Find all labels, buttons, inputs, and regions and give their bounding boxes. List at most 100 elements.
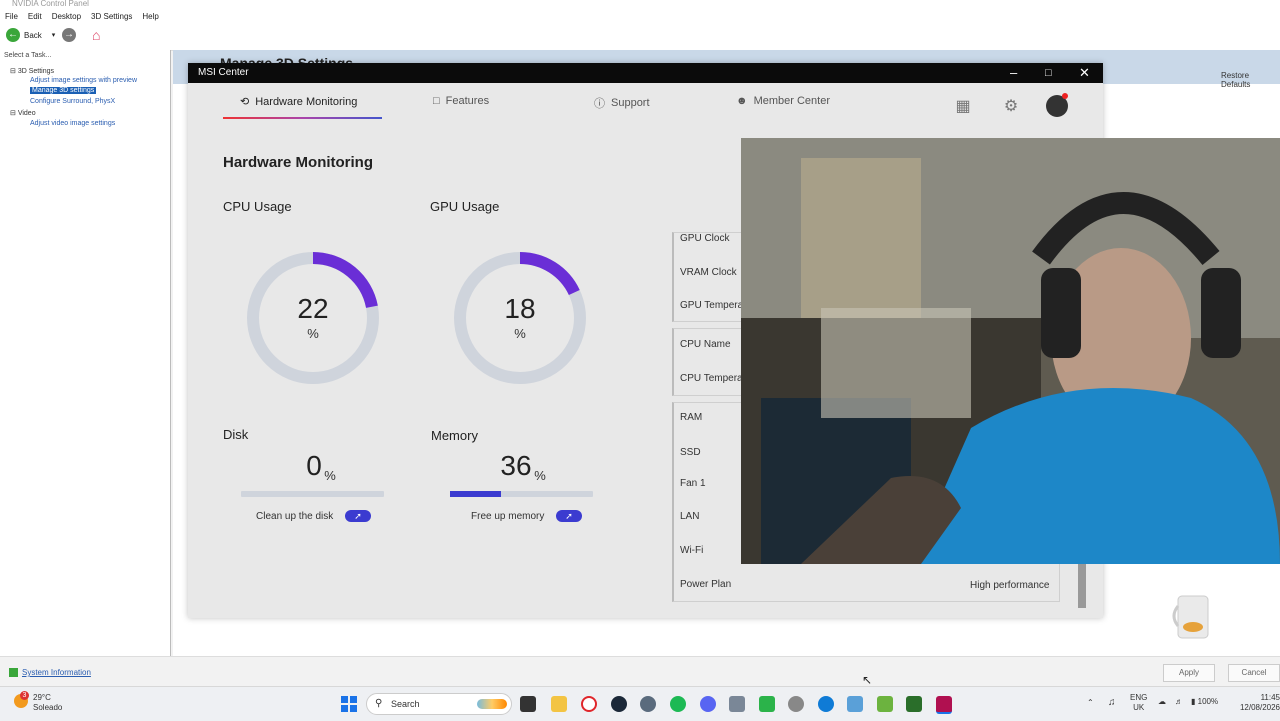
settings-app-icon[interactable] [640, 696, 656, 712]
home-icon[interactable]: ⌂ [92, 27, 100, 43]
taskbar-search[interactable]: ⚲ Search [366, 693, 512, 715]
memory-label: Memory [431, 428, 478, 443]
search-placeholder: Search [391, 699, 420, 709]
disk-label: Disk [223, 427, 249, 442]
chevron-up-icon[interactable]: ⌃ [1087, 698, 1094, 707]
close-icon[interactable]: ✕ [1079, 65, 1090, 81]
msi-title-bar: MSI Center – □ ✕ [188, 63, 1103, 83]
cpu-name-label: CPU Name [680, 339, 731, 350]
battery-indicator[interactable]: ▮ 100% [1191, 697, 1218, 706]
memory-unit: % [534, 468, 546, 483]
minimize-icon[interactable]: – [1010, 65, 1017, 80]
clean-disk-label: Clean up the disk [256, 511, 334, 522]
tree-adjust-video[interactable]: Adjust video image settings [30, 120, 115, 127]
bolt-icon: ➚ [354, 511, 362, 521]
back-button[interactable]: ← Back ▾ [6, 28, 55, 42]
restore-defaults-link[interactable]: Restore Defaults [1221, 71, 1280, 89]
memory-bar [450, 491, 593, 497]
ssd-label: SSD [680, 447, 701, 458]
forward-button[interactable]: → [62, 28, 76, 42]
tree-3d-settings[interactable]: ⊟ 3D Settings [10, 67, 54, 75]
ram-label: RAM [680, 412, 703, 423]
language-indicator[interactable]: ENG UK [1130, 693, 1147, 713]
webcam-overlay [741, 138, 1280, 564]
search-icon: ⚲ [375, 698, 383, 709]
grid-icon[interactable]: ▦ [953, 96, 973, 116]
menu-3d-settings[interactable]: 3D Settings [91, 12, 132, 21]
tab-support[interactable]: ⓘ Support [594, 95, 650, 111]
clean-disk-button[interactable]: ➚ [345, 510, 371, 522]
user-icon: ☻ [736, 95, 748, 107]
fan1-label: Fan 1 [680, 478, 706, 489]
tree-adjust-preview[interactable]: Adjust image settings with preview [30, 77, 137, 84]
back-label: Back [24, 30, 42, 40]
discord-icon[interactable] [700, 696, 716, 712]
app-green-icon[interactable] [759, 696, 775, 712]
vram-clock-label: VRAM Clock [680, 267, 737, 278]
gpu-temp-label: GPU Tempera [680, 300, 744, 311]
wifi-label: Wi-Fi [680, 545, 704, 556]
notification-badge: 3 [20, 691, 29, 700]
clock[interactable]: 11:45 12/08/2026 [1236, 693, 1280, 713]
weather-widget[interactable]: 29°C Soleado [33, 693, 62, 713]
opera-icon[interactable] [581, 696, 597, 712]
nvidia-footer [0, 656, 1280, 687]
mouse-cursor-icon: ↖ [862, 673, 873, 687]
support-icon: ⓘ [594, 98, 605, 110]
weather-desc: Soleado [33, 703, 63, 712]
tree-manage-3d[interactable]: Manage 3D settings [30, 87, 97, 94]
free-memory-button[interactable]: ➚ [556, 510, 582, 522]
notification-dot [1062, 93, 1068, 99]
tree-surround[interactable]: Configure Surround, PhysX [30, 98, 115, 105]
menu-help[interactable]: Help [142, 12, 158, 21]
msi-window-title: MSI Center [198, 67, 249, 78]
search-highlight-icon [477, 699, 507, 709]
snipping-icon[interactable] [729, 696, 745, 712]
cpu-usage-value: 22 [297, 293, 329, 324]
gpu-usage-unit: % [514, 326, 526, 341]
disk-bar [241, 491, 384, 497]
system-information-link[interactable]: System Information [9, 668, 91, 677]
power-plan-label: Power Plan [680, 579, 732, 590]
cancel-button[interactable]: Cancel [1228, 664, 1280, 682]
file-explorer-icon[interactable] [551, 696, 567, 712]
tab-member-center[interactable]: ☻ Member Center [736, 95, 830, 107]
lan-label: LAN [680, 511, 700, 522]
volume-icon[interactable]: ♬ [1175, 697, 1183, 706]
menu-file[interactable]: File [5, 12, 18, 21]
spotify-icon[interactable] [670, 696, 686, 712]
steam-icon[interactable] [611, 696, 627, 712]
menu-desktop[interactable]: Desktop [52, 12, 81, 21]
tree-video[interactable]: ⊟ Video [10, 109, 36, 117]
gear-icon[interactable]: ⚙ [1001, 96, 1021, 116]
disk-value: 0 [306, 450, 322, 481]
gpu-usage-value: 18 [504, 293, 536, 324]
tab-hardware-monitoring[interactable]: ⟲ Hardware Monitoring [240, 95, 357, 109]
menu-edit[interactable]: Edit [28, 12, 42, 21]
maximize-icon[interactable]: □ [1045, 67, 1052, 79]
clock-time: 11:45 [1260, 693, 1280, 702]
bolt-icon: ➚ [565, 511, 573, 521]
app-gray-icon[interactable] [788, 696, 804, 712]
chevron-down-icon[interactable]: ▾ [52, 31, 56, 39]
nvidia-app-icon[interactable] [906, 696, 922, 712]
windows-start-icon[interactable] [341, 696, 357, 712]
microphone-icon[interactable]: ♫ [1108, 697, 1116, 708]
free-memory-label: Free up memory [471, 511, 545, 522]
disk-unit: % [324, 468, 336, 483]
power-plan-value: High performance [970, 580, 1050, 591]
memory-bar-fill [450, 491, 502, 497]
msi-center-app-icon[interactable] [936, 696, 952, 714]
nvidia-menu-bar: File Edit Desktop 3D Settings Help [0, 8, 1280, 24]
tab-features[interactable]: □ Features [433, 95, 489, 107]
apply-button[interactable]: Apply [1163, 664, 1215, 682]
network-icon[interactable]: ☁ [1158, 697, 1166, 706]
weather-temp: 29°C [33, 693, 51, 702]
back-arrow-icon: ← [6, 28, 20, 42]
display-app-icon[interactable] [847, 696, 863, 712]
task-view-icon[interactable] [520, 696, 536, 712]
info-scrollbar[interactable] [1078, 564, 1086, 608]
edge-icon[interactable] [818, 696, 834, 712]
game-app-icon[interactable] [877, 696, 893, 712]
gpu-usage-label: GPU Usage [430, 199, 500, 214]
